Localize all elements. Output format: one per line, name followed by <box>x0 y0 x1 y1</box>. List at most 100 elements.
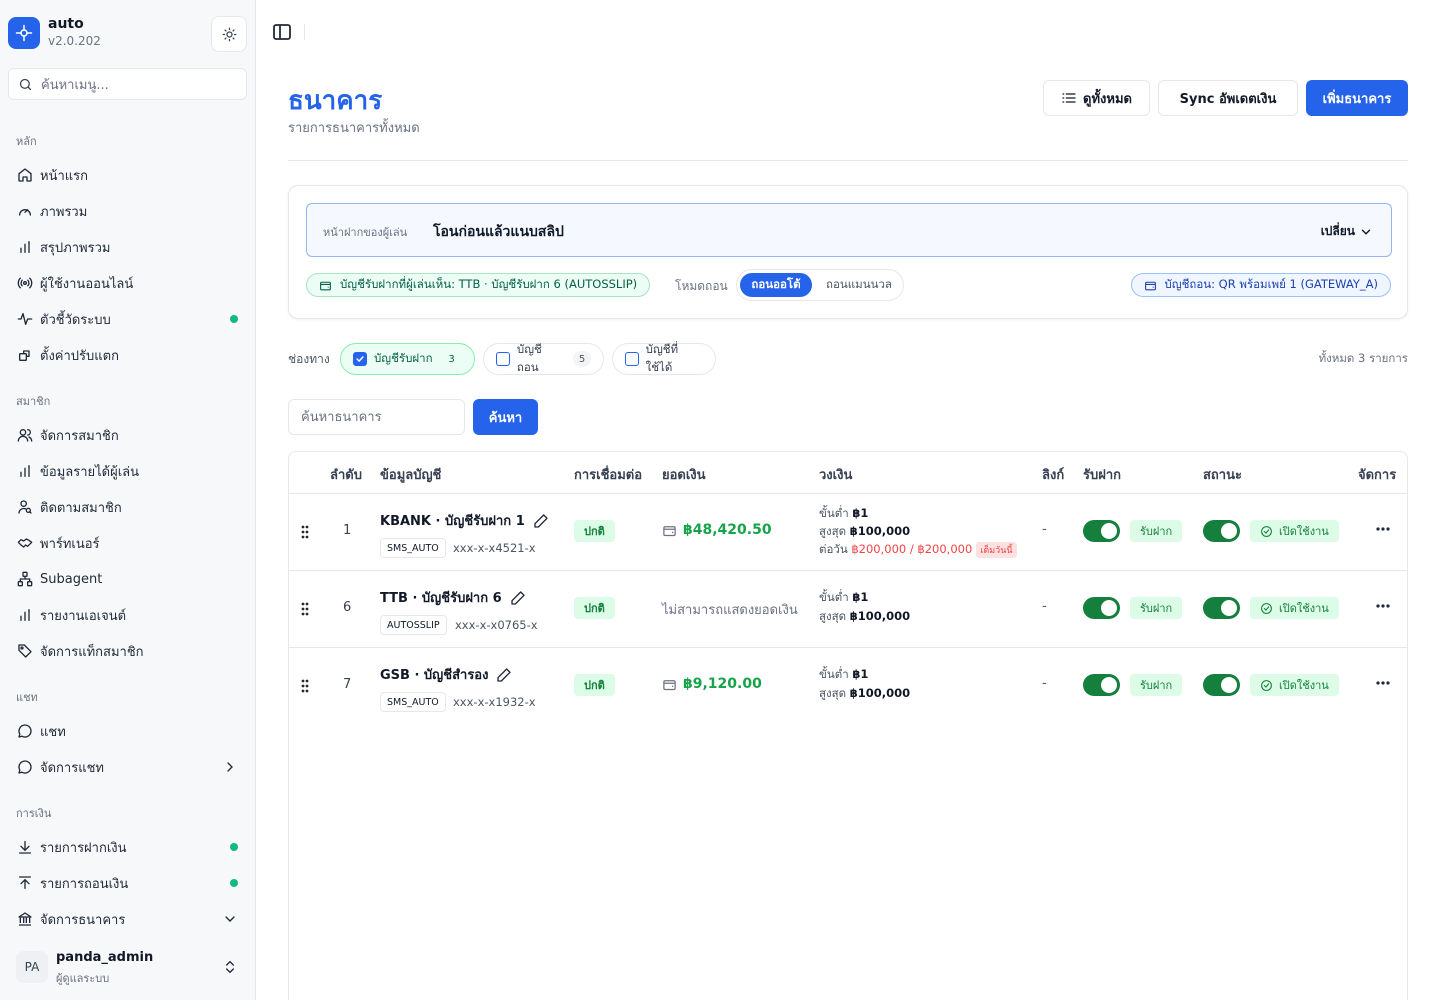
deposit-toggle[interactable] <box>1083 597 1120 619</box>
chip-count: 3 <box>448 353 455 365</box>
nav-label: Subagent <box>40 571 103 587</box>
column-header-actions: จัดการ <box>1358 468 1397 483</box>
checkbox-unchecked[interactable] <box>496 352 510 366</box>
nav-item-partner[interactable]: พาร์ทเนอร์ <box>8 527 248 559</box>
status-toggle[interactable] <box>1203 520 1240 542</box>
nav-item-home[interactable]: หน้าแรก <box>8 159 248 191</box>
chip-usable-accounts[interactable]: บัญชีที่ใช้ได้ <box>612 342 716 375</box>
nav-item-member-tags[interactable]: จัดการแท็กสมาชิก <box>8 635 248 667</box>
nav-label: ภาพรวม <box>40 204 88 220</box>
activity-icon <box>17 311 33 327</box>
nav-item-follow-members[interactable]: ติดตามสมาชิก <box>8 491 248 523</box>
nav-item-overview[interactable]: ภาพรวม <box>8 195 248 227</box>
mode-auto-option[interactable]: ถอนออโต้ <box>740 273 812 297</box>
nav-item-agent-report[interactable]: รายงานเอเจนต์ <box>8 599 248 631</box>
chip-deposit-accounts[interactable]: บัญชีรับฝาก 3 <box>340 343 475 375</box>
search-button[interactable]: ค้นหา <box>473 399 538 435</box>
more-actions-icon[interactable] <box>1375 680 1391 686</box>
menu-search-input[interactable] <box>41 75 241 95</box>
checkbox-checked[interactable] <box>353 352 367 366</box>
deposit-toggle[interactable] <box>1083 674 1120 696</box>
checkbox-unchecked[interactable] <box>625 352 639 366</box>
chip-label: บัญชีถอน <box>516 342 542 374</box>
account-name: KBANK · บัญชีรับฝาก 1 <box>380 510 549 531</box>
pencil-icon[interactable] <box>533 513 549 529</box>
chip-label: บัญชีรับฝาก <box>374 351 433 365</box>
home-icon <box>17 167 33 183</box>
view-all-button[interactable]: ดูทั้งหมด <box>1043 80 1150 116</box>
sidebar-toggle-button[interactable] <box>272 23 292 41</box>
full-today-badge: เต็มวันนี้ <box>976 542 1017 558</box>
nav-item-manage-members[interactable]: จัดการสมาชิก <box>8 419 248 451</box>
page-title: ธนาคาร <box>288 86 383 116</box>
player-deposit-face[interactable]: หน้าฝากของผู้เล่น โอนก่อนแล้วแนบสลิป เปล… <box>306 203 1392 257</box>
pencil-icon[interactable] <box>510 590 526 606</box>
nav-item-manage-banks[interactable]: จัดการธนาคาร <box>8 903 248 935</box>
theme-toggle-button[interactable] <box>211 16 247 52</box>
check-circle-icon <box>1261 679 1272 691</box>
mode-manual-option[interactable]: ถอนแมนนวล <box>817 273 901 297</box>
chevron-down-icon <box>1361 229 1371 235</box>
drag-handle-icon[interactable] <box>301 679 309 693</box>
chevrons-up-down-icon <box>222 959 238 975</box>
nav-item-player-income[interactable]: ข้อมูลรายได้ผู้เล่น <box>8 455 248 487</box>
more-actions-icon[interactable] <box>1375 603 1391 609</box>
account-name-text: TTB · บัญชีรับฝาก 6 <box>380 591 502 606</box>
column-header-connection: การเชื่อมต่อ <box>574 468 643 483</box>
link-value: - <box>1042 676 1047 691</box>
channel-label: ช่องทาง <box>288 352 330 366</box>
nav-item-manage-chat[interactable]: จัดการแชท <box>8 751 248 783</box>
status-toggle[interactable] <box>1203 674 1240 696</box>
nav-item-online-users[interactable]: ผู้ใช้งานออนไลน์ <box>8 267 248 299</box>
bar-chart-icon <box>17 239 33 255</box>
nav-item-chat[interactable]: แชท <box>8 715 248 747</box>
limit-min: ขั้นต่ำ ฿1 <box>819 590 869 604</box>
brand-name: auto <box>48 16 84 32</box>
nav-item-metrics[interactable]: ตัวชี้วัดระบบ <box>8 303 248 335</box>
check-circle-icon <box>1261 602 1272 614</box>
account-tag: SMS_AUTO <box>380 692 446 712</box>
wallet-icon <box>663 525 676 536</box>
nav-item-adjust-settings[interactable]: ตั้งค่าปรับแตก <box>8 339 248 371</box>
account-name: TTB · บัญชีรับฝาก 6 <box>380 587 526 608</box>
nav-item-withdrawals[interactable]: รายการถอนเงิน <box>8 867 248 899</box>
withdraw-mode-toggle: ถอนออโต้ ถอนแมนนวล <box>736 269 904 301</box>
status-toggle[interactable] <box>1203 597 1240 619</box>
deposit-badge: รับฝาก <box>1130 520 1183 542</box>
limit-max: สูงสุด ฿100,000 <box>819 686 911 700</box>
more-actions-icon[interactable] <box>1375 526 1391 532</box>
table-row: 1 KBANK · บัญชีรับฝาก 1 SMS_AUTO xxx-x-x… <box>289 493 1407 570</box>
brand-logo-icon[interactable] <box>8 17 40 49</box>
nav-item-deposits[interactable]: รายการฝากเงิน <box>8 831 248 863</box>
change-face-button[interactable]: เปลี่ยน <box>1321 222 1373 241</box>
sync-button[interactable]: Sync อัพเดตเงิน <box>1158 80 1298 116</box>
column-header-order: ลำดับ <box>330 468 362 483</box>
deposit-toggle[interactable] <box>1083 520 1120 542</box>
sync-label: Sync อัพเดตเงิน <box>1179 91 1277 107</box>
brand-version: v2.0.202 <box>48 34 101 48</box>
add-bank-button[interactable]: เพิ่มธนาคาร <box>1306 80 1408 116</box>
brand: auto v2.0.202 <box>8 16 248 52</box>
withdraw-mode-label: โหมดถอน <box>675 279 728 293</box>
drag-handle-icon[interactable] <box>301 602 309 616</box>
status-dot <box>230 315 238 323</box>
bank-search-input[interactable] <box>288 399 465 435</box>
user-search-icon <box>17 499 33 515</box>
pencil-icon[interactable] <box>496 667 512 683</box>
nav-item-summary[interactable]: สรุปภาพรวม <box>8 231 248 263</box>
status-badge: เปิดใช้งาน <box>1250 597 1339 619</box>
nav-item-subagent[interactable]: Subagent <box>8 563 248 595</box>
status-dot <box>230 879 238 887</box>
limit-max: สูงสุด ฿100,000 <box>819 609 911 623</box>
column-header-status: สถานะ <box>1203 468 1242 483</box>
nav-label: สรุปภาพรวม <box>40 240 111 256</box>
deposit-account-pill[interactable]: บัญชีรับฝากที่ผู้เล่นเห็น: TTB · บัญชีรั… <box>306 273 651 297</box>
deposit-config-card: หน้าฝากของผู้เล่น โอนก่อนแล้วแนบสลิป เปล… <box>288 185 1408 319</box>
drag-handle-icon[interactable] <box>301 525 309 539</box>
limit-max: สูงสุด ฿100,000 <box>819 524 911 538</box>
chip-withdraw-accounts[interactable]: บัญชีถอน 5 <box>483 342 604 375</box>
download-icon <box>17 839 33 855</box>
user-menu[interactable]: PA panda_admin ผู้ดูแลระบบ <box>8 944 248 990</box>
nav-label: จัดการแท็กสมาชิก <box>40 644 144 660</box>
withdraw-account-pill[interactable]: บัญชีถอน: QR พร้อมเพย์ 1 (GATEWAY_A) <box>1130 273 1391 297</box>
